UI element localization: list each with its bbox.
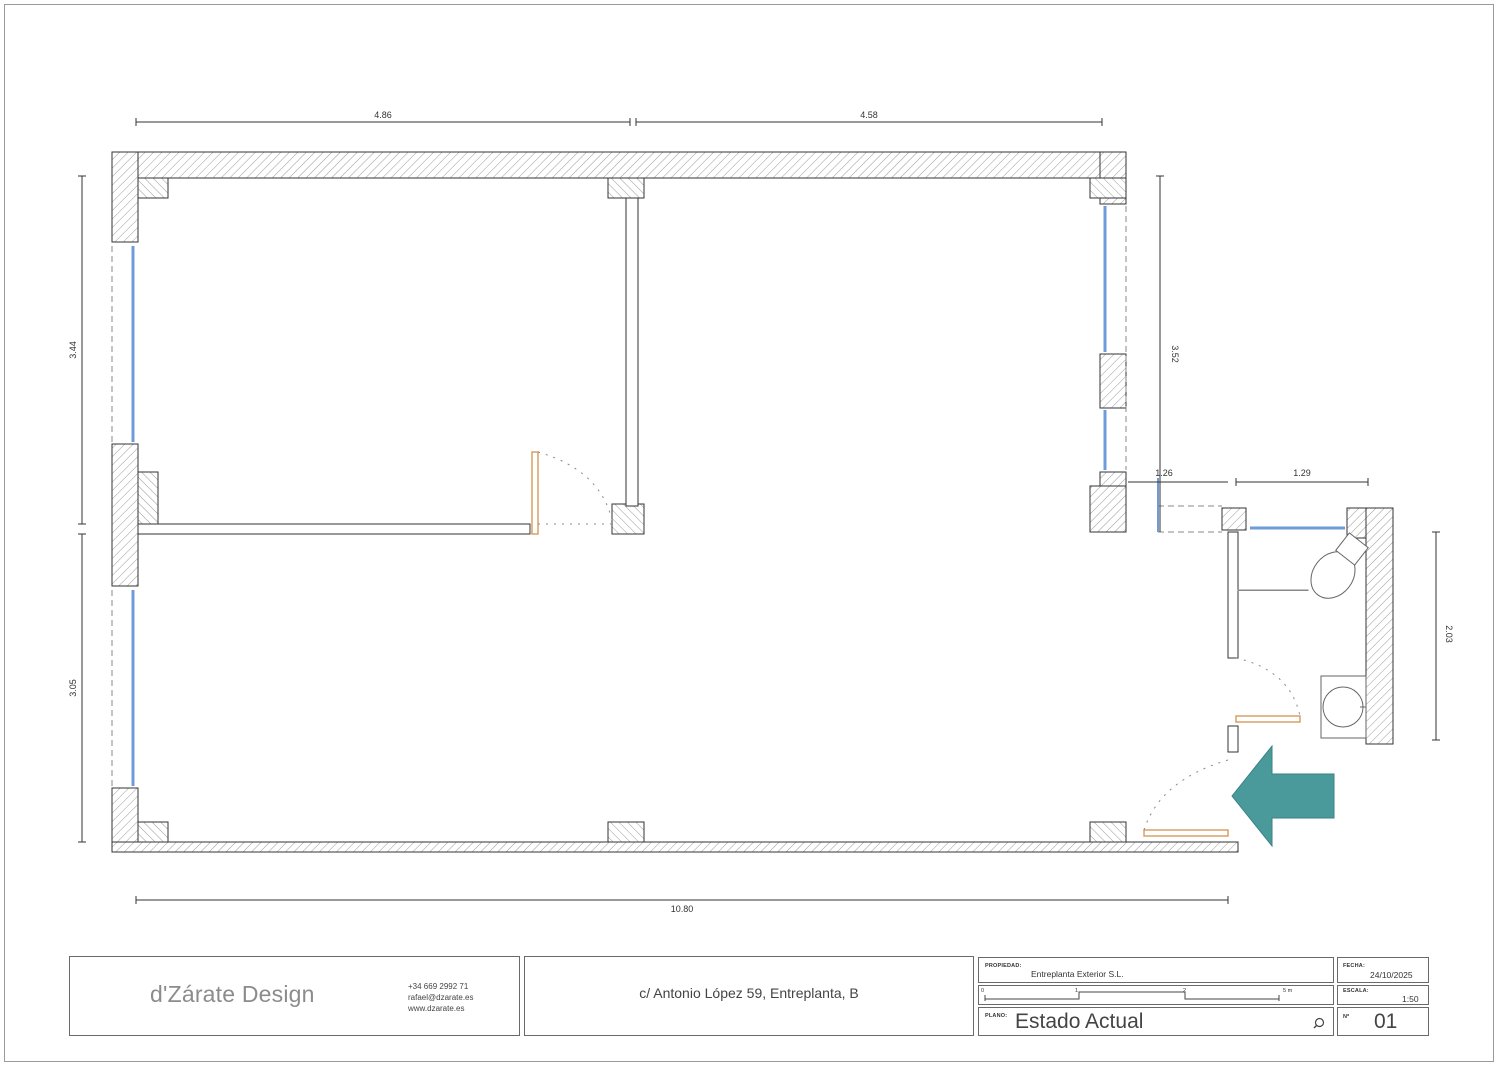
contact-phone: +34 669 2992 71 <box>408 982 469 991</box>
dim-top-right: 4.58 <box>860 110 878 120</box>
fecha-box: FECHA: 24/10/2025 <box>1337 957 1429 983</box>
numero-value: 01 <box>1374 1010 1398 1033</box>
address-box: c/ Antonio López 59, Entreplanta, B <box>524 956 974 1036</box>
scale-bar-box: 0 1 2 5 m <box>978 985 1334 1005</box>
scale-label-2: 2 <box>1183 988 1187 994</box>
dim-bathroom-width: 1.29 <box>1293 468 1311 478</box>
dim-top-left: 4.86 <box>374 110 392 120</box>
fecha-label: FECHA: <box>1343 963 1365 969</box>
dim-bathroom-height: 2.03 <box>1444 625 1454 643</box>
magnifier-icon[interactable] <box>1313 1017 1325 1029</box>
toilet-icon <box>1310 532 1369 599</box>
contact-web: www.dzarate.es <box>408 1004 465 1013</box>
escala-label: ESCALA: <box>1343 988 1369 994</box>
numero-box: Nº 01 <box>1337 1007 1429 1036</box>
plano-box: PLANO: Estado Actual <box>978 1007 1334 1036</box>
escala-value: 1:50 <box>1402 994 1419 1004</box>
dim-right-upper: 3.52 <box>1170 345 1180 363</box>
propiedad-value: Entreplanta Exterior S.L. <box>1031 969 1124 979</box>
studio-box: d'Zárate Design +34 669 2992 71 rafael@d… <box>69 956 520 1036</box>
door-swings <box>537 451 1301 831</box>
propiedad-box: PROPIEDAD: Entreplanta Exterior S.L. <box>978 957 1334 983</box>
sink-icon <box>1320 675 1367 739</box>
scale-label-5m: 5 m <box>1283 988 1293 994</box>
exterior-walls <box>111 151 1394 853</box>
dim-corridor: 1.26 <box>1155 468 1173 478</box>
window-outlines <box>111 206 1222 786</box>
studio-name: d'Zárate Design <box>150 981 315 1007</box>
contact-email: rafael@dzarate.es <box>408 993 474 1002</box>
doors <box>531 451 1301 837</box>
escala-box: ESCALA: 1:50 <box>1337 985 1429 1005</box>
scale-label-0: 0 <box>981 988 985 994</box>
plano-value: Estado Actual <box>1015 1010 1144 1033</box>
dim-left-upper: 3.44 <box>68 341 78 359</box>
scale-label-1: 1 <box>1075 988 1079 994</box>
interior-walls <box>137 197 1309 753</box>
studio-contact: +34 669 2992 71 rafael@dzarate.es www.dz… <box>408 981 474 1014</box>
dim-left-lower: 3.05 <box>68 679 78 697</box>
propiedad-label: PROPIEDAD: <box>985 963 1022 969</box>
scale-bar <box>984 991 1280 1001</box>
windows <box>131 206 1345 786</box>
numero-label: Nº <box>1343 1014 1350 1020</box>
fecha-value: 24/10/2025 <box>1370 970 1413 980</box>
dim-bottom-total: 10.80 <box>671 904 694 914</box>
entrance-arrow-icon <box>1231 744 1335 848</box>
floor-plan: 4.86 4.58 3.44 3.05 3.52 1.26 1.29 2.03 … <box>68 110 1454 914</box>
plano-label: PLANO: <box>985 1013 1008 1019</box>
project-address: c/ Antonio López 59, Entreplanta, B <box>639 985 859 1001</box>
